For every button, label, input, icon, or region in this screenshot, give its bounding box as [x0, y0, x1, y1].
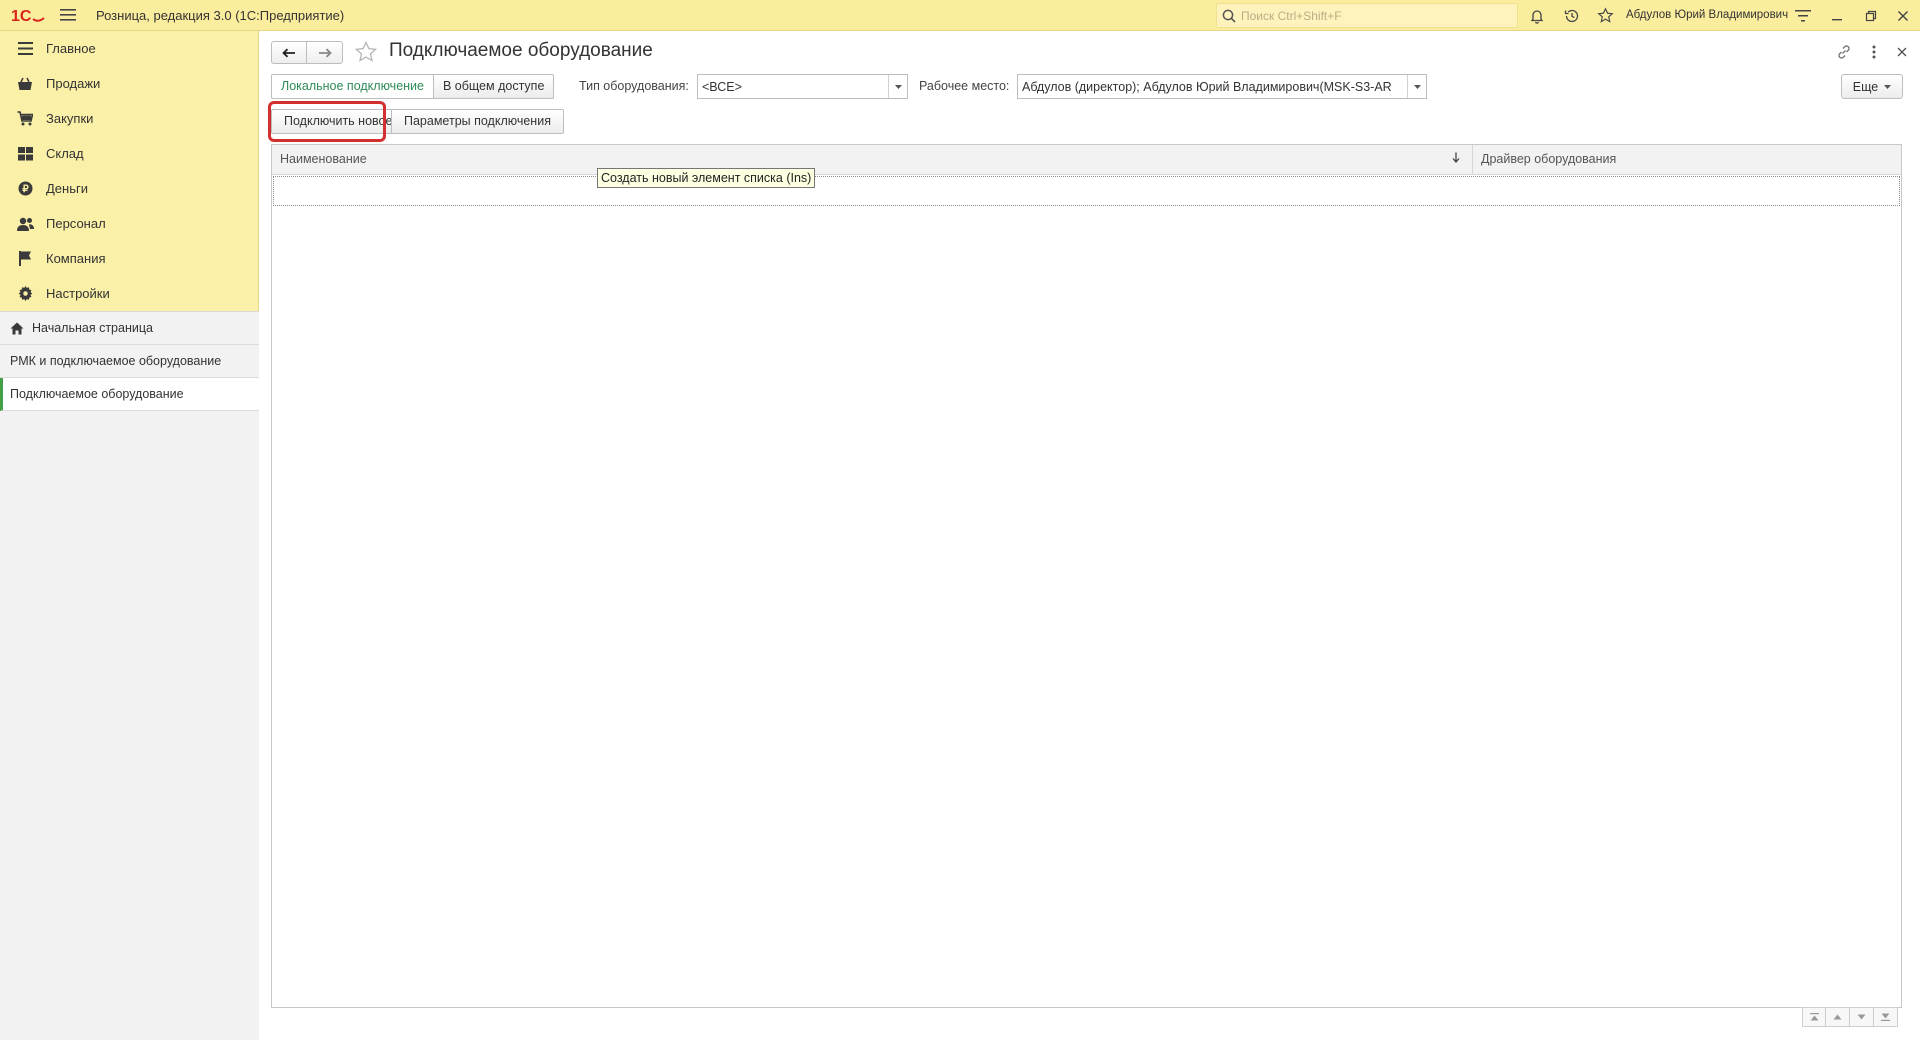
- column-header-label: Наименование: [280, 152, 367, 166]
- equipment-table[interactable]: Наименование Драйвер оборудования: [271, 144, 1902, 1008]
- equipment-type-field[interactable]: <ВСЕ>: [697, 74, 908, 99]
- section-purchases[interactable]: Закупки: [0, 101, 258, 136]
- sales-icon: [16, 75, 34, 93]
- add-to-favorites-star-icon[interactable]: [354, 40, 378, 67]
- equipment-type-value: <ВСЕ>: [702, 79, 742, 94]
- scroll-bottom-icon: [1881, 1013, 1890, 1021]
- chevron-down-icon: [1884, 84, 1892, 89]
- open-window-label: РМК и подключаемое оборудование: [10, 354, 222, 368]
- gear-icon: [16, 285, 34, 303]
- open-window-rmk[interactable]: РМК и подключаемое оборудование: [0, 345, 259, 378]
- scroll-to-bottom-button[interactable]: [1874, 1007, 1898, 1027]
- table-row-empty-selected[interactable]: [273, 176, 1900, 206]
- close-form-icon[interactable]: [1890, 40, 1914, 64]
- open-window-label: Подключаемое оборудование: [10, 387, 184, 401]
- menu-lines-icon: [16, 40, 34, 58]
- section-company[interactable]: Компания: [0, 241, 258, 276]
- scroll-up-icon: [1833, 1014, 1842, 1020]
- equipment-type-label: Тип оборудования:: [579, 79, 689, 93]
- section-label: Главное: [46, 41, 96, 56]
- local-connection-toggle[interactable]: Локальное подключение: [271, 74, 434, 99]
- warehouse-icon: [16, 145, 34, 163]
- section-label: Персонал: [46, 216, 106, 231]
- open-window-equipment[interactable]: Подключаемое оборудование: [0, 378, 259, 411]
- open-windows-panel: Начальная страница РМК и подключаемое об…: [0, 311, 259, 1040]
- scroll-up-button[interactable]: [1826, 1007, 1850, 1027]
- sort-down-icon: [1452, 145, 1460, 174]
- section-label: Компания: [46, 251, 106, 266]
- more-button[interactable]: Еще: [1841, 74, 1903, 99]
- connect-new-tooltip: Создать новый элемент списка (Ins): [597, 168, 816, 188]
- dropdown-arrow-icon[interactable]: [888, 75, 907, 98]
- section-staff[interactable]: Персонал: [0, 206, 258, 241]
- scroll-down-icon: [1857, 1014, 1866, 1020]
- shared-access-toggle[interactable]: В общем доступе: [433, 74, 555, 99]
- search-input[interactable]: [1241, 8, 1511, 23]
- table-header: Наименование Драйвер оборудования: [272, 145, 1901, 175]
- purchases-icon: [16, 110, 34, 128]
- flag-icon: [16, 250, 34, 268]
- connection-mode-toggle: Локальное подключение В общем доступе: [271, 74, 555, 99]
- section-label: Продажи: [46, 76, 101, 91]
- workplace-label: Рабочее место:: [919, 79, 1010, 93]
- favorites-star-icon[interactable]: [1590, 0, 1620, 31]
- scroll-top-icon: [1809, 1013, 1819, 1021]
- connect-new-button[interactable]: Подключить новое: [271, 109, 406, 134]
- scroll-to-top-button[interactable]: [1802, 1007, 1826, 1027]
- sections-panel: Главное Продажи Закупки Склад ₽ Деньги П…: [0, 31, 259, 1040]
- section-warehouse[interactable]: Склад: [0, 136, 258, 171]
- list-scroll-navigation: [1802, 1007, 1898, 1027]
- workplace-value: Абдулов (директор); Абдулов Юрий Владими…: [1022, 79, 1392, 94]
- open-window-label: Начальная страница: [32, 321, 153, 335]
- staff-icon: [16, 215, 34, 233]
- connection-parameters-button[interactable]: Параметры подключения: [391, 109, 564, 134]
- column-header-driver[interactable]: Драйвер оборудования: [1473, 145, 1901, 174]
- restore-icon[interactable]: [1856, 0, 1886, 31]
- column-header-name[interactable]: Наименование: [272, 145, 1473, 174]
- close-window-icon[interactable]: [1888, 0, 1918, 31]
- arrow-right-icon: [318, 48, 332, 57]
- search-icon: [1217, 9, 1241, 23]
- section-sales[interactable]: Продажи: [0, 66, 258, 101]
- form-title: Подключаемое оборудование: [389, 40, 653, 61]
- scroll-down-button[interactable]: [1850, 1007, 1874, 1027]
- money-icon: ₽: [16, 180, 34, 198]
- section-label: Настройки: [46, 286, 110, 301]
- navigation-buttons: [271, 41, 343, 64]
- section-label: Деньги: [46, 181, 88, 196]
- main-menu-icon[interactable]: [54, 0, 82, 31]
- svg-text:1С: 1С: [11, 8, 32, 24]
- column-header-label: Драйвер оборудования: [1481, 152, 1617, 166]
- link-icon[interactable]: [1832, 40, 1856, 64]
- current-user[interactable]: Абдулов Юрий Владимирович: [1626, 0, 1788, 31]
- history-icon[interactable]: [1557, 0, 1587, 31]
- back-button[interactable]: [271, 41, 307, 64]
- minimize-icon[interactable]: [1822, 0, 1852, 31]
- more-button-label: Еще: [1852, 79, 1879, 94]
- bell-icon[interactable]: [1522, 0, 1552, 31]
- section-money[interactable]: ₽ Деньги: [0, 171, 258, 206]
- home-icon: [10, 322, 24, 335]
- open-window-home[interactable]: Начальная страница: [0, 312, 259, 345]
- form-area: Подключаемое оборудование Локальное подк…: [259, 31, 1920, 1040]
- forward-button[interactable]: [307, 41, 343, 64]
- settings-menu-icon[interactable]: [1788, 0, 1818, 31]
- section-main[interactable]: Главное: [0, 31, 258, 66]
- section-settings[interactable]: Настройки: [0, 276, 258, 311]
- global-search[interactable]: [1216, 3, 1518, 28]
- dropdown-arrow-icon[interactable]: [1407, 75, 1426, 98]
- workplace-field[interactable]: Абдулов (директор); Абдулов Юрий Владими…: [1017, 74, 1427, 99]
- app-title: Розница, редакция 3.0 (1С:Предприятие): [96, 7, 345, 23]
- section-label: Склад: [46, 146, 84, 161]
- svg-text:₽: ₽: [22, 184, 29, 195]
- section-label: Закупки: [46, 111, 94, 126]
- arrow-left-icon: [282, 48, 295, 57]
- 1c-logo-icon[interactable]: 1С: [6, 0, 50, 31]
- title-bar: 1С Розница, редакция 3.0 (1С:Предприятие…: [0, 0, 1920, 31]
- more-actions-icon[interactable]: [1862, 40, 1886, 64]
